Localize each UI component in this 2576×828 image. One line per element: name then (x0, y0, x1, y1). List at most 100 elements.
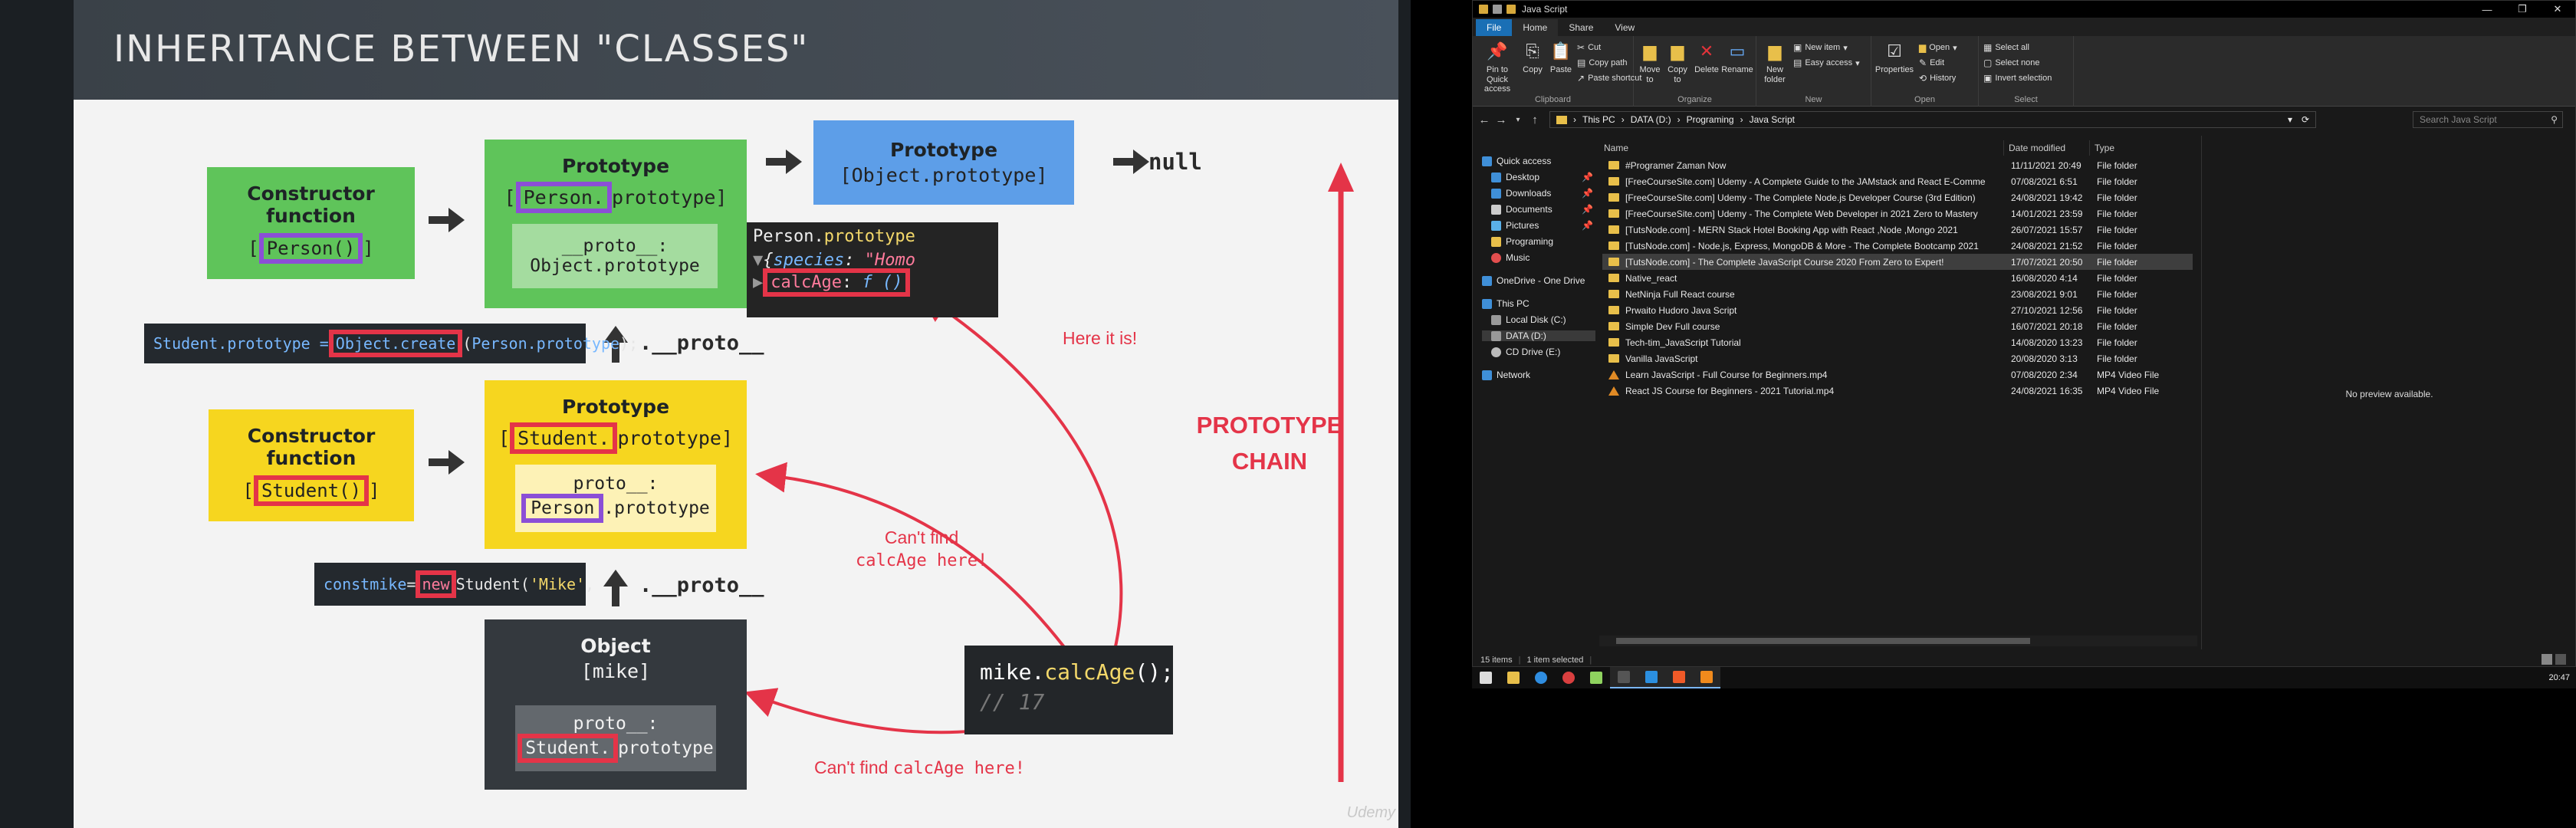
paste-button[interactable]: 📋 Paste (1548, 41, 1574, 75)
folder-icon (1608, 161, 1619, 169)
forward-icon[interactable]: → (1493, 113, 1510, 127)
scrollbar-thumb[interactable] (1616, 638, 2030, 644)
file-date: 24/08/2021 19:42 (2011, 192, 2083, 203)
file-date: 16/07/2021 20:18 (2011, 320, 2083, 332)
taskbar-edge[interactable] (1527, 667, 1555, 688)
column-date-modified[interactable]: Date modified (2003, 140, 2089, 156)
new-folder-icon: ▆ (1768, 41, 1782, 61)
tab-share[interactable]: Share (1558, 19, 1604, 36)
easy-access-button[interactable]: ▤ Easy access ▾ (1793, 58, 1860, 68)
tab-home[interactable]: Home (1512, 19, 1559, 36)
taskbar-explorer[interactable] (1500, 667, 1527, 688)
select-all-button[interactable]: ▦ Select all (1983, 42, 2029, 53)
details-view-icon[interactable] (2542, 654, 2552, 665)
delete-button[interactable]: ✕ Delete (1694, 41, 1720, 75)
maximize-button[interactable]: ❐ (2505, 1, 2540, 18)
nav-quick-access[interactable]: Quick access (1482, 156, 1551, 166)
file-row[interactable]: [FreeCourseSite.com] Udemy - A Complete … (1602, 173, 2193, 189)
up-icon[interactable]: ↑ (1526, 113, 1543, 127)
horizontal-scrollbar[interactable] (1599, 636, 2197, 646)
column-name[interactable]: Name (1599, 140, 2003, 156)
copy-button[interactable]: ⎘ Copy (1520, 41, 1545, 75)
paste-shortcut-button[interactable]: ↗ Paste shortcut (1577, 73, 1641, 84)
file-row[interactable]: [FreeCourseSite.com] Udemy - The Complet… (1602, 205, 2193, 222)
new-folder-button[interactable]: ▆ New folder (1761, 41, 1789, 84)
nav-network[interactable]: Network (1482, 370, 1530, 380)
copy-path-button[interactable]: ▤ Copy path (1577, 58, 1628, 68)
close-button[interactable]: ✕ (2540, 1, 2575, 18)
address-dropdown-icon[interactable]: ▾ (2288, 114, 2292, 125)
taskbar-chrome[interactable] (1555, 667, 1582, 688)
search-box[interactable]: Search Java Script ⚲ (2413, 111, 2563, 128)
file-row[interactable]: [TutsNode.com] - The Complete JavaScript… (1602, 254, 2193, 270)
nav-pictures[interactable]: Pictures 📌 (1491, 220, 1593, 231)
select-none-button[interactable]: ▢ Select none (1983, 58, 2039, 68)
file-row[interactable]: Learn JavaScript - Full Course for Begin… (1602, 366, 2193, 383)
breadcrumb-data-d[interactable]: DATA (D:) (1631, 114, 1671, 125)
rename-button[interactable]: ▭ Rename (1721, 41, 1753, 75)
file-row[interactable]: [TutsNode.com] - MERN Stack Hotel Bookin… (1602, 222, 2193, 238)
recent-locations-icon[interactable]: ▾ (1510, 116, 1526, 124)
taskbar-vlc[interactable] (1693, 667, 1720, 688)
file-row[interactable]: [TutsNode.com] - Node.js, Express, Mongo… (1602, 238, 2193, 254)
column-type[interactable]: Type (2089, 140, 2189, 156)
taskbar-brave[interactable] (1665, 667, 1693, 688)
breadcrumb-programing[interactable]: Programing (1687, 114, 1734, 125)
history-button[interactable]: ⟲ History (1919, 73, 1956, 84)
breadcrumb-java-script[interactable]: Java Script (1750, 114, 1795, 125)
folder-icon (1608, 225, 1619, 234)
open-label: Open (1914, 95, 1935, 104)
file-name: Prwaito Hudoro Java Script (1625, 304, 1737, 316)
nav-programing[interactable]: Programing (1491, 236, 1553, 247)
back-icon[interactable]: ← (1476, 113, 1493, 127)
pin-quick-access-button[interactable]: 📌 Pin to Quick access (1476, 41, 1519, 94)
file-row[interactable]: Vanilla JavaScript 20/08/2020 3:13 File fo… (1602, 350, 2193, 366)
file-row[interactable]: Simple Dev Full course 16/07/2021 20:18 Fi… (1602, 318, 2193, 334)
taskbar-notepad[interactable] (1582, 667, 1610, 688)
taskbar-terminal[interactable] (1610, 667, 1638, 688)
nav-this-pc[interactable]: This PC (1482, 298, 1530, 309)
invert-selection-icon: ▣ (1983, 73, 1993, 84)
large-icons-view-icon[interactable] (2555, 654, 2566, 665)
invert-selection-button[interactable]: ▣ Invert selection (1983, 73, 2052, 84)
tab-view[interactable]: View (1604, 19, 1645, 36)
computer-icon (1482, 298, 1492, 309)
copy-to-button[interactable]: ▆ Copy to (1666, 41, 1689, 84)
file-row[interactable]: Prwaito Hudoro Java Script 27/10/2021 12:… (1602, 302, 2193, 318)
new-folder-icon[interactable] (1506, 5, 1516, 14)
nav-local-c[interactable]: Local Disk (C:) (1491, 314, 1566, 325)
file-row[interactable]: Native_react 16/08/2020 4:14 File folder (1602, 270, 2193, 286)
nav-desktop[interactable]: Desktop 📌 (1491, 172, 1593, 182)
arrow-object-to-null (1113, 150, 1149, 174)
folder-icon[interactable] (1479, 5, 1488, 14)
breadcrumb-this-pc[interactable]: This PC (1582, 114, 1615, 125)
file-row[interactable]: #Programer Zaman Now 11/11/2021 20:49 File… (1602, 157, 2193, 173)
file-row[interactable]: React JS Course for Beginners - 2021 Tut… (1602, 383, 2193, 399)
nav-onedrive[interactable]: OneDrive - One Drive (1482, 275, 1585, 286)
nav-music[interactable]: Music (1491, 252, 1530, 263)
file-type: File folder (2097, 176, 2137, 187)
address-bar[interactable]: › This PC › DATA (D:) › Programing › Jav… (1549, 111, 2316, 128)
open-button[interactable]: ▆ Open ▾ (1919, 42, 1957, 53)
edit-icon: ✎ (1919, 58, 1927, 68)
file-row[interactable]: Tech-tim_JavaScript Tutorial 14/08/2020 1… (1602, 334, 2193, 350)
note-here-it-is: Here it is! (1063, 328, 1138, 348)
file-row[interactable]: [FreeCourseSite.com] Udemy - The Complet… (1602, 189, 2193, 205)
properties-button[interactable]: ☑ Properties (1875, 41, 1914, 75)
move-to-button[interactable]: ▆ Move to (1638, 41, 1661, 84)
refresh-icon[interactable]: ⟳ (2302, 114, 2309, 125)
edit-button[interactable]: ✎ Edit (1919, 58, 1944, 68)
nav-cd-drive[interactable]: CD Drive (E:) (1491, 347, 1560, 357)
start-button[interactable] (1472, 667, 1500, 688)
properties-icon[interactable] (1493, 5, 1502, 14)
search-placeholder: Search Java Script (2420, 114, 2497, 125)
nav-downloads[interactable]: Downloads 📌 (1491, 188, 1593, 199)
nav-documents[interactable]: Documents 📌 (1491, 204, 1593, 215)
tab-file[interactable]: File (1476, 19, 1513, 36)
nav-data-d[interactable]: DATA (D:) (1482, 330, 1595, 341)
new-item-button[interactable]: ▣ New item ▾ (1793, 42, 1848, 53)
taskbar-vscode[interactable] (1638, 667, 1665, 688)
cut-button[interactable]: ✂ Cut (1577, 42, 1601, 53)
file-row[interactable]: NetNinja Full React course 23/08/2021 9:0… (1602, 286, 2193, 302)
minimize-button[interactable]: — (2469, 1, 2505, 18)
